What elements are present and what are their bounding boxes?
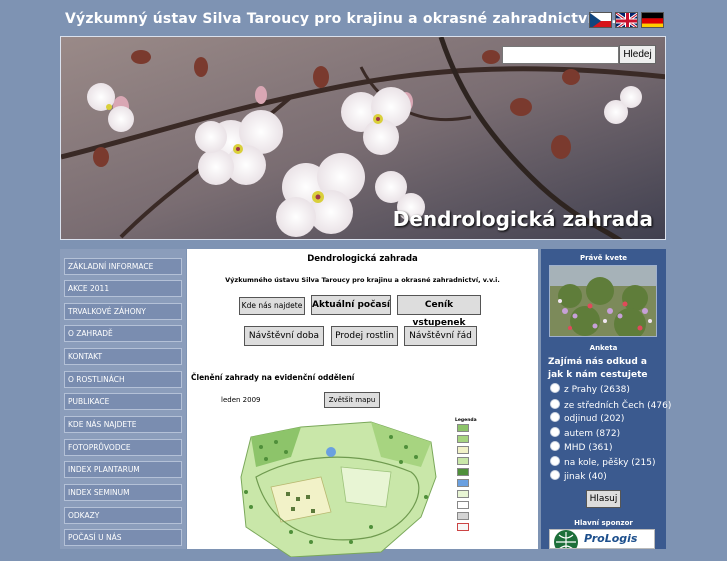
legend-row	[455, 500, 525, 511]
banner-title: Dendrologická zahrada	[392, 207, 653, 231]
right-column: Právě kvete Anketa Zajímá nás odkud a ja…	[541, 249, 671, 549]
price-list-button[interactable]: Ceník vstupenek	[397, 295, 481, 328]
poll-option[interactable]: na kole, pěšky (215)	[550, 456, 655, 468]
page-subtitle: Výzkumného ústavu Silva Taroucy pro kraj…	[225, 276, 500, 284]
blooming-plant-photo[interactable]	[549, 265, 657, 337]
current-weather-button[interactable]: Aktuální počasí	[311, 295, 391, 315]
sidebar-item-index-seminum[interactable]: INDEX SEMINUM	[64, 484, 182, 501]
sidebar-item-o-zahrade[interactable]: O ZAHRADĚ	[64, 325, 182, 342]
legend-row	[455, 478, 525, 489]
poll-title: Anketa	[589, 344, 618, 352]
search-button[interactable]: Hledej	[619, 45, 656, 64]
map-legend: Legenda	[455, 418, 525, 533]
radio-icon[interactable]	[550, 456, 560, 466]
blooming-now-label: Právě kvete	[579, 254, 628, 262]
legend-row	[455, 522, 525, 533]
radio-icon[interactable]	[550, 399, 560, 409]
poll-option-label: odjinud (202)	[564, 414, 625, 424]
poll-option-label: z Prahy (2638)	[564, 385, 630, 395]
site-title: Výzkumný ústav Silva Taroucy pro krajinu…	[65, 11, 636, 27]
opening-hours-button[interactable]: Návštěvní doba	[244, 326, 324, 346]
poll-option-label: jinak (40)	[564, 472, 607, 482]
radio-icon[interactable]	[550, 470, 560, 480]
sponsor-label: Hlavní sponzor	[574, 519, 633, 527]
sidebar-nav: ZÁKLADNÍ INFORMACE AKCE 2011 TRVALKOVÉ Z…	[60, 249, 186, 549]
legend-row	[455, 423, 525, 434]
sidebar-item-trvalkove-zahony[interactable]: TRVALKOVÉ ZÁHONY	[64, 303, 182, 320]
sidebar-item-kde-nas-najdete[interactable]: KDE NÁS NAJDETE	[64, 416, 182, 433]
radio-icon[interactable]	[550, 412, 560, 422]
legend-row	[455, 511, 525, 522]
cz-flag-icon[interactable]	[589, 12, 612, 28]
sidebar-item-o-rostlinach[interactable]: O ROSTLINÁCH	[64, 371, 182, 388]
poll-question: Zajímá nás odkud a jak k nám cestujete	[548, 357, 648, 380]
garden-map[interactable]	[231, 417, 441, 558]
sidebar-item-index-plantarum[interactable]: INDEX PLANTARUM	[64, 461, 182, 478]
sidebar-item-publikace[interactable]: PUBLIKACE	[64, 393, 182, 410]
where-to-find-us-button[interactable]: Kde nás najdete	[239, 297, 305, 315]
legend-row	[455, 445, 525, 456]
poll-option[interactable]: autem (872)	[550, 427, 620, 439]
legend-row	[455, 456, 525, 467]
plant-sales-button[interactable]: Prodej rostlin	[331, 326, 398, 346]
sidebar-item-kontakt[interactable]: KONTAKT	[64, 348, 182, 365]
sponsor-logo[interactable]: ProLogis	[549, 529, 655, 549]
poll-option[interactable]: jinak (40)	[550, 470, 607, 482]
visitor-rules-button[interactable]: Návštěvní řád	[404, 326, 477, 346]
legend-row	[455, 489, 525, 500]
poll-option[interactable]: odjinud (202)	[550, 412, 624, 424]
legend-row	[455, 434, 525, 445]
sidebar-item-fotopruvodce[interactable]: FOTOPRŮVODCE	[64, 439, 182, 456]
sponsor-name: ProLogis	[584, 532, 638, 545]
header-banner: Dendrologická zahrada	[60, 36, 666, 240]
radio-icon[interactable]	[550, 441, 560, 451]
radio-icon[interactable]	[550, 427, 560, 437]
legend-row	[455, 467, 525, 478]
poll-option-label: na kole, pěšky (215)	[564, 458, 656, 468]
map-date: leden 2009	[221, 396, 261, 404]
sidebar-item-akce-2011[interactable]: AKCE 2011	[64, 280, 182, 297]
page-title: Dendrologická zahrada	[307, 254, 418, 264]
sidebar-item-pocasi-u-nas[interactable]: POČASÍ U NÁS	[64, 529, 182, 546]
poll-option-label: MHD (361)	[564, 443, 613, 453]
poll-option-label: autem (872)	[564, 429, 621, 439]
poll-option[interactable]: MHD (361)	[550, 441, 613, 453]
radio-icon[interactable]	[550, 383, 560, 393]
vote-button[interactable]: Hlasuj	[586, 490, 621, 508]
sidebar-item-zakladni-informace[interactable]: ZÁKLADNÍ INFORMACE	[64, 258, 182, 275]
poll-option[interactable]: ze středních Čech (476)	[550, 399, 671, 411]
uk-flag-icon[interactable]	[615, 12, 638, 28]
poll-option-label: ze středních Čech (476)	[564, 401, 672, 411]
de-flag-icon[interactable]	[641, 12, 664, 28]
main-content: Dendrologická zahrada Výzkumného ústavu …	[187, 249, 538, 558]
search-input[interactable]	[502, 46, 619, 64]
poll-option[interactable]: z Prahy (2638)	[550, 383, 630, 395]
section-title: Členění zahrady na evidenční oddělení	[191, 373, 355, 382]
zoom-map-button[interactable]: Zvětšit mapu	[324, 392, 380, 408]
sidebar-item-odkazy[interactable]: ODKAZY	[64, 507, 182, 524]
